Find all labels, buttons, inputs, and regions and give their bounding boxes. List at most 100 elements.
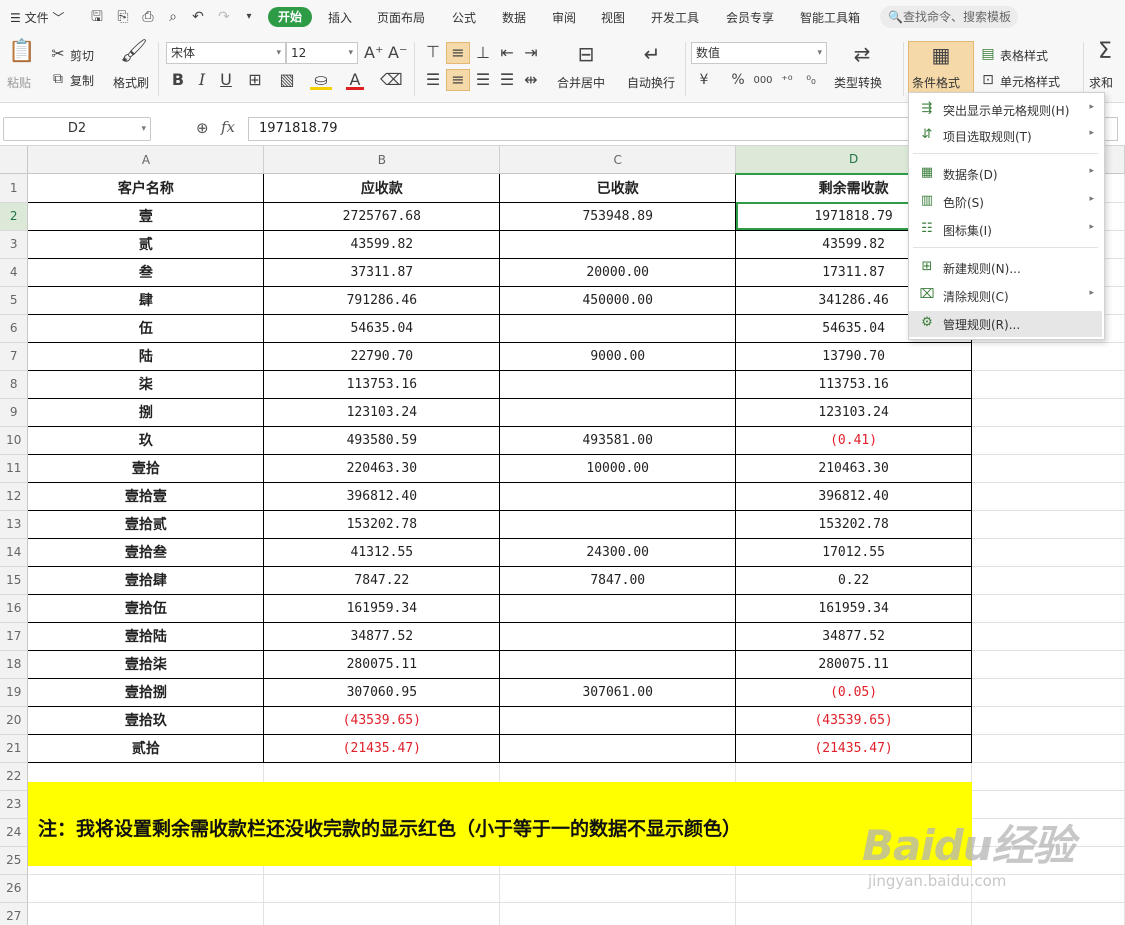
font-size-select[interactable]: 12 ▾ — [286, 42, 358, 64]
receivable-cell[interactable]: 396812.40 — [263, 481, 501, 511]
empty-cell[interactable] — [971, 650, 1125, 679]
received-cell[interactable] — [499, 705, 737, 735]
remaining-cell[interactable]: (0.05) — [735, 677, 973, 707]
row-header[interactable]: 1 — [0, 173, 29, 203]
cell-fill-pattern-icon[interactable]: ▧ — [276, 70, 298, 90]
empty-cell[interactable] — [971, 566, 1125, 595]
empty-cell[interactable] — [27, 874, 265, 903]
table-style-button[interactable]: 表格样式 — [1000, 47, 1048, 64]
border-icon[interactable]: ⊞ — [244, 70, 266, 90]
receivable-cell[interactable]: 153202.78 — [263, 509, 501, 539]
row-header[interactable]: 7 — [0, 342, 29, 371]
row-header[interactable]: 9 — [0, 398, 29, 427]
empty-cell[interactable] — [971, 902, 1125, 925]
remaining-cell[interactable]: 113753.16 — [735, 369, 973, 399]
remaining-cell[interactable]: 161959.34 — [735, 593, 973, 623]
menu-item-top-bottom-rules[interactable]: ⇵ 项目选取规则(T) ▸ — [909, 123, 1102, 149]
received-cell[interactable]: 493581.00 — [499, 425, 737, 455]
customer-name-cell[interactable]: 贰拾 — [27, 733, 265, 763]
empty-cell[interactable] — [971, 762, 1125, 791]
thousands-separator-icon[interactable]: 000 — [752, 71, 774, 91]
customer-name-cell[interactable]: 贰 — [27, 229, 265, 259]
save-icon[interactable]: 🖫 — [88, 8, 106, 26]
received-cell[interactable]: 10000.00 — [499, 453, 737, 483]
note-text[interactable]: 注：我将设置剩余需收款栏还没收完款的显示红色（小于等于一的数据不显示颜色） — [38, 814, 741, 841]
customer-name-cell[interactable]: 伍 — [27, 313, 265, 343]
received-cell[interactable] — [499, 593, 737, 623]
empty-cell[interactable] — [971, 678, 1125, 707]
customer-name-cell[interactable]: 壹拾 — [27, 453, 265, 483]
row-header[interactable]: 12 — [0, 482, 29, 511]
increase-font-icon[interactable]: A⁺ — [364, 43, 383, 63]
align-center-icon[interactable]: ≡ — [449, 70, 467, 90]
distributed-align-icon[interactable]: ⇹ — [522, 70, 540, 90]
tab-data[interactable]: 数据 — [502, 9, 526, 26]
row-header[interactable]: 20 — [0, 706, 29, 735]
remaining-cell[interactable]: 13790.70 — [735, 341, 973, 371]
cut-icon[interactable]: ✂ — [50, 44, 66, 64]
receivable-cell[interactable]: 41312.55 — [263, 537, 501, 567]
row-header[interactable]: 16 — [0, 594, 29, 623]
underline-icon[interactable]: U — [218, 70, 234, 90]
receivable-cell[interactable]: 123103.24 — [263, 397, 501, 427]
received-cell[interactable] — [499, 509, 737, 539]
fx-icon[interactable]: fx — [221, 118, 235, 136]
redo-icon[interactable]: ↷ — [215, 8, 233, 26]
menu-item-data-bars[interactable]: ▦ 数据条(D) ▸ — [909, 161, 1102, 187]
remaining-cell[interactable]: (0.41) — [735, 425, 973, 455]
increase-indent-icon[interactable]: ⇥ — [522, 43, 540, 63]
receivable-cell[interactable]: 220463.30 — [263, 453, 501, 483]
customer-name-cell[interactable]: 柒 — [27, 369, 265, 399]
command-search-input[interactable]: 🔍查找命令、搜索模板 — [880, 6, 1018, 28]
copy-button[interactable]: 复制 — [70, 72, 94, 89]
font-name-select[interactable]: 宋体 ▾ — [166, 42, 286, 64]
empty-cell[interactable] — [971, 482, 1125, 511]
customer-name-cell[interactable]: 壹拾肆 — [27, 565, 265, 595]
received-cell[interactable] — [499, 733, 737, 763]
received-cell[interactable] — [499, 229, 737, 259]
remaining-cell[interactable]: 210463.30 — [735, 453, 973, 483]
customer-name-cell[interactable]: 叁 — [27, 257, 265, 287]
tab-smart-toolbox[interactable]: 智能工具箱 — [800, 9, 860, 26]
received-cell[interactable]: 753948.89 — [499, 201, 737, 231]
cell-style-icon[interactable]: ⊡ — [980, 70, 996, 90]
receivable-cell[interactable]: 493580.59 — [263, 425, 501, 455]
received-cell[interactable]: 20000.00 — [499, 257, 737, 287]
align-middle-icon[interactable]: ≡ — [449, 43, 467, 63]
customize-toolbar-icon[interactable]: ▾ — [240, 8, 258, 26]
receivable-cell[interactable]: 34877.52 — [263, 621, 501, 651]
empty-cell[interactable] — [971, 622, 1125, 651]
row-header[interactable]: 8 — [0, 370, 29, 399]
empty-cell[interactable] — [971, 342, 1125, 371]
customer-name-cell[interactable]: 壹拾伍 — [27, 593, 265, 623]
empty-cell[interactable] — [971, 594, 1125, 623]
received-cell[interactable]: 450000.00 — [499, 285, 737, 315]
menu-item-color-scale[interactable]: ▥ 色阶(S) ▸ — [909, 189, 1102, 215]
row-header[interactable]: 17 — [0, 622, 29, 651]
receivable-cell[interactable]: 37311.87 — [263, 257, 501, 287]
merge-center-icon[interactable]: ⊟ — [574, 44, 598, 64]
received-cell[interactable] — [499, 649, 737, 679]
column-header-c[interactable]: C — [499, 146, 737, 174]
receivable-cell[interactable]: 54635.04 — [263, 313, 501, 343]
remaining-cell[interactable]: (43539.65) — [735, 705, 973, 735]
table-style-icon[interactable]: ▤ — [980, 44, 996, 64]
header-cell-receivable[interactable]: 应收款 — [263, 173, 501, 203]
decrease-font-icon[interactable]: A⁻ — [388, 43, 407, 63]
received-cell[interactable] — [499, 313, 737, 343]
justify-icon[interactable]: ☰ — [498, 70, 516, 90]
row-header[interactable]: 2 — [0, 202, 29, 231]
tab-home[interactable]: 开始 — [268, 7, 312, 27]
received-cell[interactable]: 307061.00 — [499, 677, 737, 707]
customer-name-cell[interactable]: 壹拾柒 — [27, 649, 265, 679]
customer-name-cell[interactable]: 肆 — [27, 285, 265, 315]
tab-insert[interactable]: 插入 — [328, 9, 352, 26]
format-painter-button[interactable]: 格式刷 — [113, 74, 149, 91]
customer-name-cell[interactable]: 捌 — [27, 397, 265, 427]
sum-button[interactable]: 求和 — [1089, 74, 1113, 91]
merge-center-button[interactable]: 合并居中 — [557, 74, 605, 91]
remaining-cell[interactable]: (21435.47) — [735, 733, 973, 763]
wrap-text-button[interactable]: 自动换行 — [627, 74, 675, 91]
row-header[interactable]: 26 — [0, 874, 29, 903]
align-top-icon[interactable]: ⊤ — [424, 42, 442, 62]
